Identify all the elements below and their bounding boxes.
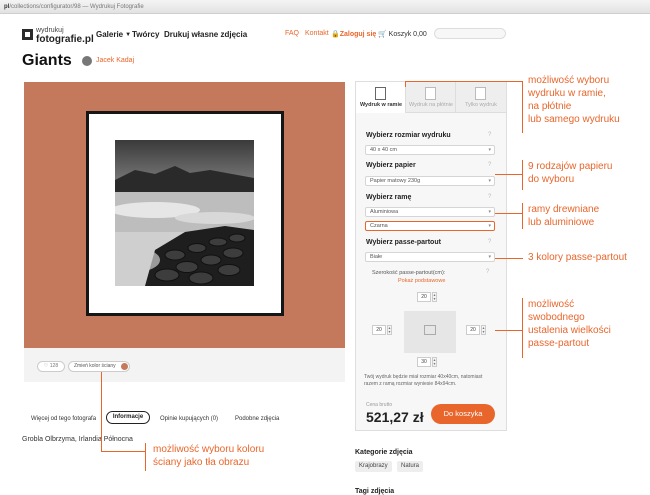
frame-color-select[interactable]: Czarna ▾ [365, 221, 495, 231]
help-icon[interactable]: ? [488, 239, 491, 245]
chevron-down-icon: ▾ [488, 223, 491, 229]
photo-image [115, 140, 254, 286]
chevron-down-icon: ▾ [488, 178, 491, 184]
chevron-down-icon: ▾ [488, 147, 491, 153]
pp-right-stepper[interactable]: ▴ ▾ [481, 325, 486, 335]
tab-print-only[interactable]: Tylko wydruk [456, 82, 506, 113]
cart-link[interactable]: 🛒 Koszyk 0,00 [378, 30, 427, 38]
contact-link[interactable]: Kontakt [305, 30, 329, 37]
annotation-wall-color: możliwość wyboru koloru ściany jako tła … [153, 444, 265, 468]
callout-line [101, 451, 145, 452]
tab-similar[interactable]: Podobne zdjęcia [235, 416, 279, 422]
faq-link[interactable]: FAQ [285, 30, 299, 37]
nav-print-own[interactable]: Drukuj własne zdjęcia [164, 30, 247, 39]
price-label: Cena brutto [366, 402, 393, 408]
logo-icon [22, 29, 33, 40]
callout-line [522, 160, 523, 190]
frame-preview [86, 111, 284, 316]
lock-icon: 🔒 [331, 31, 340, 38]
nav-galerie[interactable]: Galerie ▼ [96, 30, 131, 39]
tab-opinions[interactable]: Opinie kupujących (0) [160, 416, 218, 422]
categories-title: Kategorie zdjęcia [355, 449, 413, 456]
pp-left-stepper[interactable]: ▴ ▾ [387, 325, 392, 335]
paper-select[interactable]: Papier matowy 230g ▾ [365, 176, 495, 186]
callout-line [495, 330, 523, 331]
canvas-icon [425, 87, 436, 100]
tab-framed-print[interactable]: Wydruk w ramie [356, 82, 406, 113]
frame-icon [375, 87, 386, 100]
category-tag[interactable]: Krajobrazy [355, 461, 392, 472]
avatar[interactable] [82, 56, 92, 66]
help-icon[interactable]: ? [488, 162, 491, 168]
annotation-frame-options: możliwość wyboru wydruku w ramie, na płó… [528, 75, 620, 125]
search-input[interactable] [434, 28, 506, 39]
annotation-pp-colors: 3 kolory passe-partout [528, 252, 627, 263]
photo-location: Grobla Olbrzyma, Irlandia Północna [22, 436, 133, 443]
site-logo[interactable]: wydrukuj fotografie.pl [22, 26, 94, 45]
passe-partout-label: Wybierz passe-partout [366, 239, 441, 246]
pp-top-stepper[interactable]: ▴ ▾ [432, 292, 437, 302]
cart-icon: 🛒 [378, 31, 389, 38]
tab-informacje[interactable]: Informacje [106, 411, 150, 424]
tags-title: Tagi zdjęcia [355, 488, 395, 495]
pp-bottom-stepper[interactable]: ▴ ▾ [432, 357, 437, 367]
callout-line [101, 372, 102, 452]
tab-canvas-print[interactable]: Wydruk na płótnie [406, 82, 456, 113]
frame-label: Wybierz ramę [366, 194, 412, 201]
nav-tworcy[interactable]: Twórcy [132, 30, 159, 39]
chevron-down-icon: ▼ [125, 31, 132, 38]
help-icon[interactable]: ? [486, 269, 489, 275]
callout-line [495, 213, 523, 214]
paper-label: Wybierz papier [366, 162, 416, 169]
help-icon[interactable]: ? [488, 194, 491, 200]
author-link[interactable]: Jacek Kadaj [96, 57, 134, 64]
callout-line [495, 258, 523, 259]
size-label: Wybierz rozmiar wydruku [366, 132, 451, 139]
callout-line [495, 174, 523, 175]
toggle-basic-link[interactable]: Pokaż podstawowe [398, 278, 445, 284]
passe-partout-mat [89, 114, 281, 313]
add-to-cart-button[interactable]: Do koszyka [431, 404, 495, 424]
category-tag[interactable]: Natura [397, 461, 424, 472]
callout-line [522, 81, 523, 133]
callout-line [522, 203, 523, 229]
browser-address-bar: pl/collections/configurator/98 — Wydruku… [0, 0, 650, 14]
pp-left-input[interactable]: 20 [372, 325, 386, 335]
print-icon [475, 87, 486, 100]
browser-url[interactable]: pl/collections/configurator/98 — Wydruku… [4, 2, 404, 12]
logo-text-bottom: fotografie.pl [36, 34, 94, 45]
wall-color-swatch[interactable] [121, 363, 128, 370]
dimensions-note: Twój wydruk będzie miał rozmiar 40x40cm,… [364, 374, 483, 387]
chevron-down-icon: ▾ [488, 254, 491, 260]
login-link[interactable]: 🔒Zaloguj się [331, 30, 376, 38]
pp-top-input[interactable]: 20 [417, 292, 431, 302]
pp-right-input[interactable]: 20 [466, 325, 480, 335]
price: 521,27 zł [366, 409, 424, 425]
image-icon [424, 325, 436, 335]
callout-line [405, 81, 523, 82]
help-icon[interactable]: ? [488, 132, 491, 138]
annotation-frames: ramy drewniane lub aluminiowe [528, 204, 600, 228]
annotation-paper-types: 9 rodzajów papieru do wyboru [528, 161, 613, 185]
passe-partout-width-label: Szerokość passe-partout(cm): [372, 270, 446, 276]
chevron-down-icon: ▾ [488, 209, 491, 215]
page-title: Giants [22, 52, 72, 69]
passe-partout-select[interactable]: Białe ▾ [365, 252, 495, 262]
size-select[interactable]: 40 x 40 cm ▾ [365, 145, 495, 155]
like-button[interactable]: ♡ 128 [37, 361, 65, 372]
callout-line [145, 443, 146, 471]
callout-line [522, 298, 523, 358]
logo-text-top: wydrukuj [36, 27, 64, 34]
annotation-pp-size: możliwość swobodnego ustalenia wielkości… [528, 299, 611, 349]
pp-bottom-input[interactable]: 30 [417, 357, 431, 367]
frame-material-select[interactable]: Aluminiowa ▾ [365, 207, 495, 217]
tab-more-from-photographer[interactable]: Więcej od tego fotografa [31, 416, 96, 422]
